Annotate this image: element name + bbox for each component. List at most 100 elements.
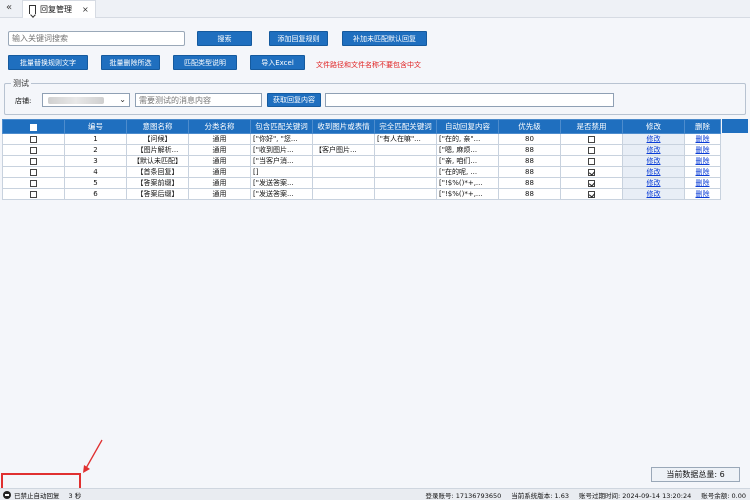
disabled-checkbox[interactable]	[588, 190, 595, 198]
annotation-arrow-icon	[83, 439, 103, 473]
test-message-input[interactable]	[135, 93, 262, 107]
close-icon[interactable]: ×	[82, 5, 89, 14]
disabled-checkbox[interactable]	[588, 168, 595, 176]
cell-delete[interactable]: 删除	[684, 188, 721, 200]
cell-delete[interactable]: 删除	[684, 177, 721, 189]
row-select-cell[interactable]	[2, 188, 65, 200]
cell-edit[interactable]: 修改	[622, 177, 685, 189]
cell-disabled[interactable]	[560, 155, 623, 167]
cell-exact-keywords	[374, 188, 437, 200]
cell-category: 通用	[188, 188, 251, 200]
reply-output-field[interactable]	[325, 93, 614, 107]
fetch-reply-button[interactable]: 获取回复内容	[267, 93, 321, 107]
disabled-checkbox[interactable]	[588, 157, 595, 165]
cell-delete[interactable]: 删除	[684, 144, 721, 156]
disabled-checkbox[interactable]	[588, 135, 595, 143]
tab-reply-management[interactable]: 回复管理 ×	[22, 0, 96, 18]
batch-delete-button[interactable]: 批量删除所选	[101, 55, 160, 70]
row-select-cell[interactable]	[2, 133, 65, 145]
row-select-cell[interactable]	[2, 177, 65, 189]
row-select-cell[interactable]	[2, 155, 65, 167]
row-select-cell[interactable]	[2, 166, 65, 178]
store-select[interactable]: ⌄	[42, 93, 130, 107]
delete-link[interactable]: 删除	[696, 146, 710, 154]
edit-link[interactable]: 修改	[647, 168, 661, 176]
row-checkbox[interactable]	[30, 190, 37, 198]
cell-intent: 【默认未匹配】	[126, 155, 189, 167]
login-account: 登录账号: 17136793650	[425, 492, 502, 500]
match-type-button[interactable]: 匹配类型说明	[173, 55, 237, 70]
row-checkbox[interactable]	[30, 168, 37, 176]
batch-replace-button[interactable]: 批量替换规则文字	[8, 55, 88, 70]
cell-image-or-emoji	[312, 166, 375, 178]
select-all-header[interactable]	[2, 119, 65, 134]
cell-disabled[interactable]	[560, 166, 623, 178]
disabled-circle-icon	[3, 491, 11, 499]
row-checkbox[interactable]	[30, 179, 37, 187]
delete-link[interactable]: 删除	[696, 190, 710, 198]
row-checkbox[interactable]	[30, 146, 37, 154]
cell-image-or-emoji: 【客户图片...	[312, 144, 375, 156]
table-row[interactable]: 5 【答案前缀】 通用 ["发送答案... ["!$%()*+,... 88 修改 删除	[2, 177, 721, 189]
delete-link[interactable]: 删除	[696, 168, 710, 176]
add-rule-button[interactable]: 添加回复规则	[269, 31, 328, 46]
cell-edit[interactable]: 修改	[622, 188, 685, 200]
auto-reply-status[interactable]: 已禁止自动回复 3 秒	[3, 490, 81, 500]
table-row[interactable]: 6 【答案后缀】 通用 ["发送答案... ["!$%()*+,... 88 修改 删除	[2, 188, 721, 200]
cell-disabled[interactable]	[560, 177, 623, 189]
header-delete[interactable]: 删除	[684, 119, 721, 134]
header-id[interactable]: 编号	[64, 119, 127, 134]
cell-intent: 【答案后缀】	[126, 188, 189, 200]
search-button[interactable]: 搜索	[197, 31, 252, 46]
cell-delete[interactable]: 删除	[684, 166, 721, 178]
table-row[interactable]: 1 【问候】 通用 ["你好", "您... ["有人在嘛"... ["在的, 亲"...…	[2, 133, 721, 145]
edit-link[interactable]: 修改	[647, 179, 661, 187]
tab-title: 回复管理	[40, 5, 72, 14]
row-select-cell[interactable]	[2, 144, 65, 156]
edit-link[interactable]: 修改	[647, 190, 661, 198]
header-auto-reply[interactable]: 自动回复内容	[436, 119, 499, 134]
cell-id: 6	[64, 188, 127, 200]
cell-edit[interactable]: 修改	[622, 144, 685, 156]
table-row[interactable]: 4 【首条回复】 通用[] ["在的呢, ... 88 修改 删除	[2, 166, 721, 178]
import-excel-button[interactable]: 导入Excel	[250, 55, 305, 70]
header-edit[interactable]: 修改	[622, 119, 685, 134]
cell-edit[interactable]: 修改	[622, 155, 685, 167]
status-bar: 已禁止自动回复 3 秒 登录账号: 17136793650 当前系统版本: 1.…	[0, 488, 750, 500]
edit-link[interactable]: 修改	[647, 146, 661, 154]
cell-disabled[interactable]	[560, 144, 623, 156]
delete-link[interactable]: 删除	[696, 157, 710, 165]
disabled-checkbox[interactable]	[588, 179, 595, 187]
header-exact-keywords[interactable]: 完全匹配关键词	[374, 119, 437, 134]
cell-priority: 88	[498, 188, 561, 200]
cell-auto-reply: ["在的呢, ...	[436, 166, 499, 178]
disabled-checkbox[interactable]	[588, 146, 595, 154]
cell-delete[interactable]: 删除	[684, 133, 721, 145]
cell-edit[interactable]: 修改	[622, 133, 685, 145]
cell-intent: 【图片解析...	[126, 144, 189, 156]
header-category[interactable]: 分类名称	[188, 119, 251, 134]
cell-delete[interactable]: 删除	[684, 155, 721, 167]
row-checkbox[interactable]	[30, 157, 37, 165]
edit-link[interactable]: 修改	[647, 135, 661, 143]
cell-disabled[interactable]	[560, 133, 623, 145]
edit-link[interactable]: 修改	[647, 157, 661, 165]
row-checkbox[interactable]	[30, 135, 37, 143]
header-disabled[interactable]: 是否禁用	[560, 119, 623, 134]
header-image-or-emoji[interactable]: 收到图片或表情	[312, 119, 375, 134]
table-row[interactable]: 3 【默认未匹配】 通用 ["当客户消... ["亲, 咱们... 88 修改 删除	[2, 155, 721, 167]
store-label: 店铺:	[15, 97, 32, 105]
auto-reply-interval: 3 秒	[68, 492, 82, 500]
search-input[interactable]	[8, 31, 185, 46]
add-default-reply-button[interactable]: 补加未匹配默认回复	[342, 31, 427, 46]
header-priority[interactable]: 优先级	[498, 119, 561, 134]
delete-link[interactable]: 删除	[696, 135, 710, 143]
delete-link[interactable]: 删除	[696, 179, 710, 187]
table-row[interactable]: 2 【图片解析... 通用 ["收到图片... 【客户图片... ["嗯, 麻烦... 88…	[2, 144, 721, 156]
double-chevron-left-icon[interactable]: «	[6, 2, 12, 13]
header-contains-keywords[interactable]: 包含匹配关键词	[250, 119, 313, 134]
select-all-checkbox[interactable]	[30, 123, 37, 131]
cell-edit[interactable]: 修改	[622, 166, 685, 178]
header-intent[interactable]: 意图名称	[126, 119, 189, 134]
cell-disabled[interactable]	[560, 188, 623, 200]
